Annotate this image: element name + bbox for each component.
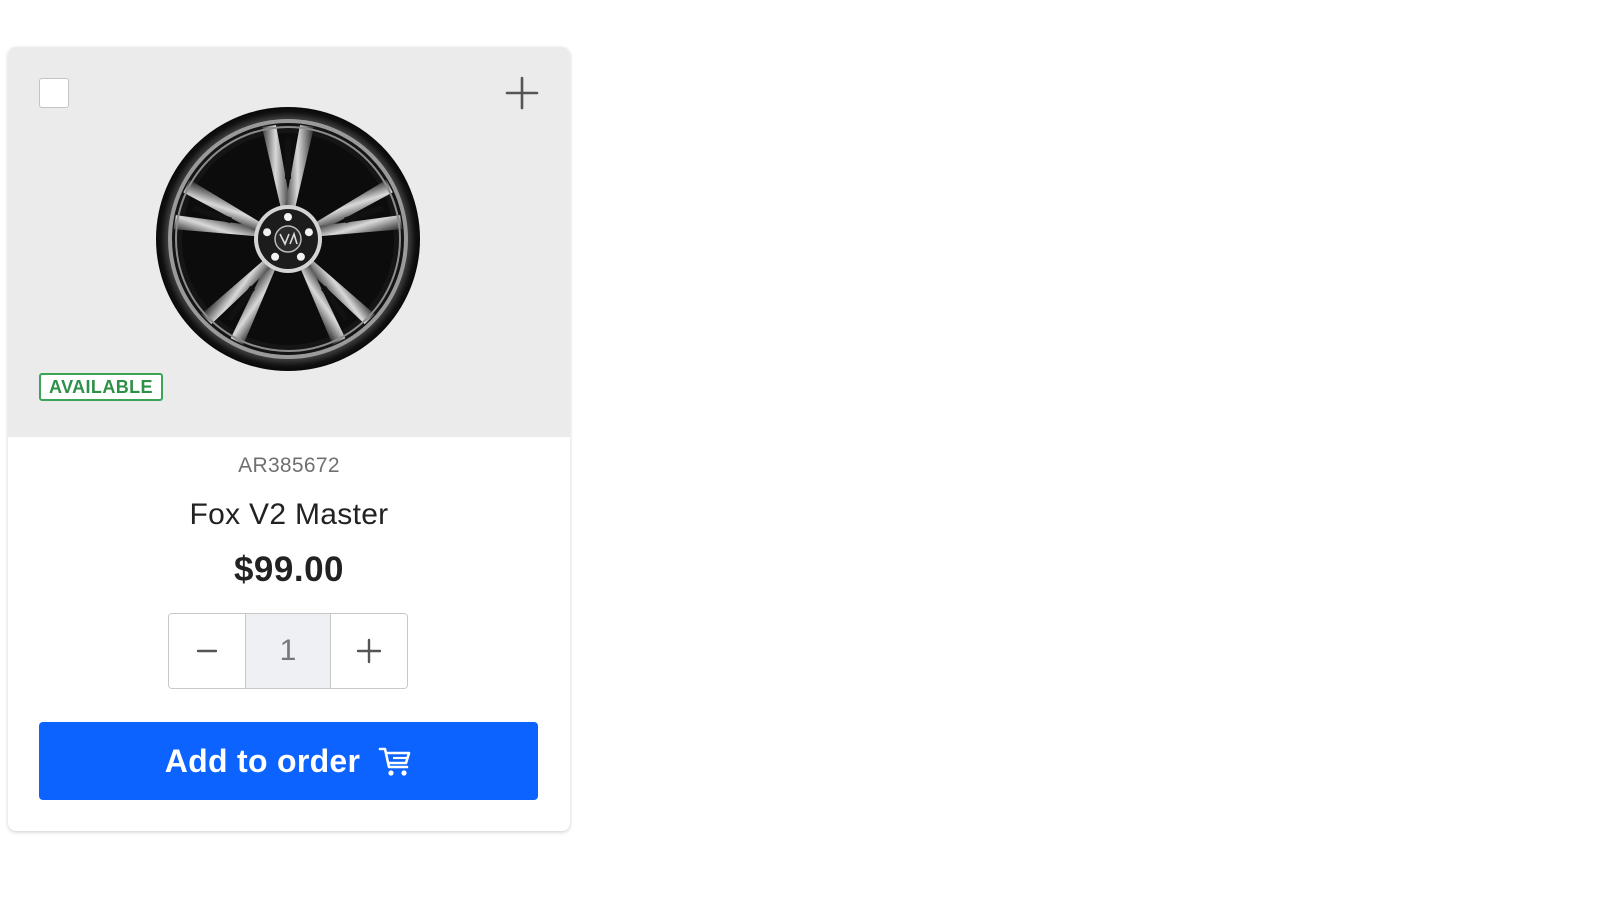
quantity-value[interactable]: 1 [245, 614, 331, 688]
plus-icon [356, 638, 382, 664]
product-card: AVAILABLE AR385672 Fox V2 Master $99.00 … [8, 47, 570, 831]
shopping-cart-icon [378, 747, 411, 776]
add-to-order-button[interactable]: Add to order [39, 722, 538, 800]
decrease-quantity-button[interactable] [169, 614, 245, 688]
availability-badge: AVAILABLE [39, 373, 163, 401]
wheel-image [156, 107, 420, 371]
product-price: $99.00 [233, 550, 345, 589]
product-image-area: AVAILABLE [8, 47, 570, 437]
plus-icon[interactable] [504, 75, 540, 111]
quantity-stepper: 1 [168, 613, 408, 689]
product-name: Fox V2 Master [189, 498, 389, 531]
increase-quantity-button[interactable] [331, 614, 407, 688]
add-to-order-label: Add to order [164, 742, 361, 779]
select-product-checkbox[interactable] [39, 78, 69, 108]
product-sku: AR385672 [238, 454, 340, 477]
minus-icon [196, 649, 218, 653]
